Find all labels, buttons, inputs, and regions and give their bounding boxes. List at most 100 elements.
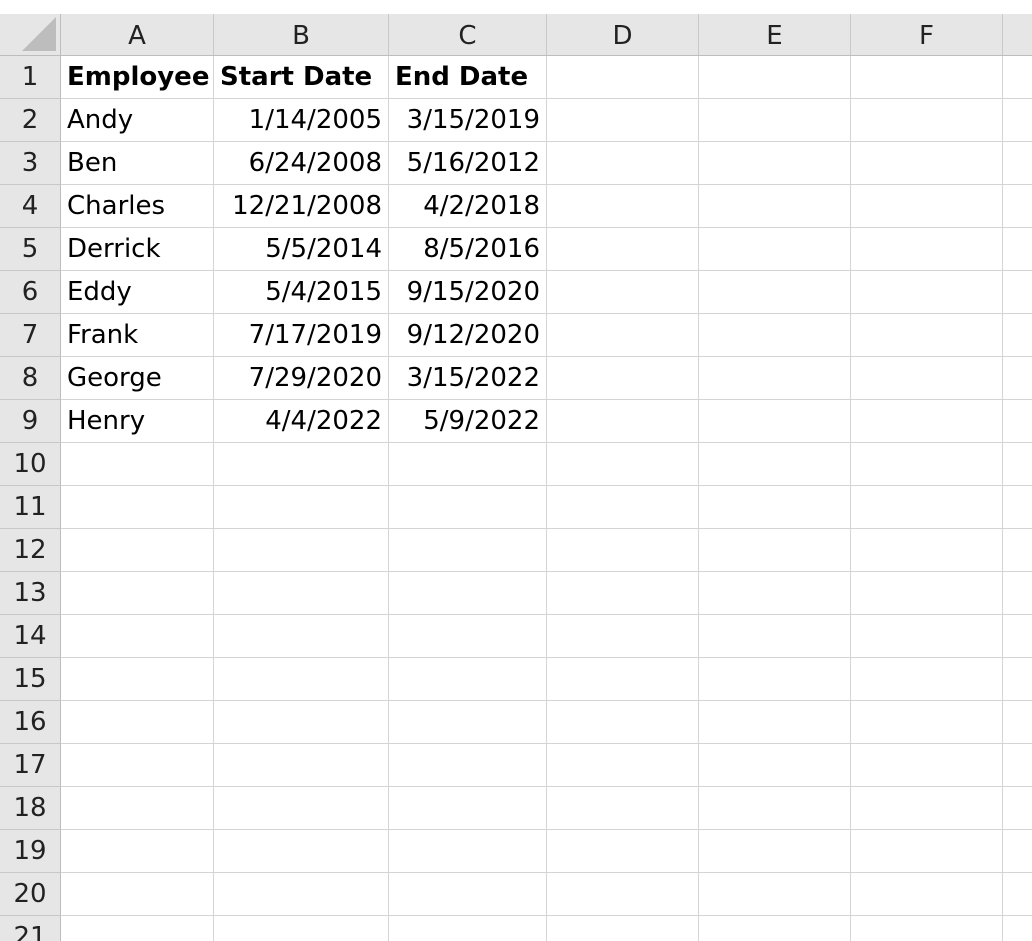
cell-b17[interactable] — [214, 744, 389, 787]
cell-c19[interactable] — [389, 830, 547, 873]
column-header-d[interactable]: D — [547, 14, 699, 56]
cell-a2[interactable]: Andy — [61, 99, 214, 142]
cell-g11-partial[interactable] — [1003, 486, 1032, 529]
row-header-6[interactable]: 6 — [0, 271, 61, 314]
cell-c14[interactable] — [389, 615, 547, 658]
cell-a19[interactable] — [61, 830, 214, 873]
cell-d18[interactable] — [547, 787, 699, 830]
cell-c17[interactable] — [389, 744, 547, 787]
cell-a1[interactable]: Employee — [61, 56, 214, 99]
cell-a13[interactable] — [61, 572, 214, 615]
cell-d10[interactable] — [547, 443, 699, 486]
cell-f5[interactable] — [851, 228, 1003, 271]
cell-a6[interactable]: Eddy — [61, 271, 214, 314]
cell-e12[interactable] — [699, 529, 851, 572]
cell-g19-partial[interactable] — [1003, 830, 1032, 873]
cell-a16[interactable] — [61, 701, 214, 744]
row-header-3[interactable]: 3 — [0, 142, 61, 185]
row-header-2[interactable]: 2 — [0, 99, 61, 142]
row-header-12[interactable]: 12 — [0, 529, 61, 572]
cell-d6[interactable] — [547, 271, 699, 314]
cell-e17[interactable] — [699, 744, 851, 787]
cell-c15[interactable] — [389, 658, 547, 701]
cell-d16[interactable] — [547, 701, 699, 744]
cell-g21-partial[interactable] — [1003, 916, 1032, 941]
cell-e8[interactable] — [699, 357, 851, 400]
cell-b18[interactable] — [214, 787, 389, 830]
row-header-17[interactable]: 17 — [0, 744, 61, 787]
column-header-b[interactable]: B — [214, 14, 389, 56]
cell-f4[interactable] — [851, 185, 1003, 228]
cell-d9[interactable] — [547, 400, 699, 443]
cell-f17[interactable] — [851, 744, 1003, 787]
cell-b15[interactable] — [214, 658, 389, 701]
cell-g20-partial[interactable] — [1003, 873, 1032, 916]
cell-d11[interactable] — [547, 486, 699, 529]
cell-b8[interactable]: 7/29/2020 — [214, 357, 389, 400]
cell-e16[interactable] — [699, 701, 851, 744]
cell-c10[interactable] — [389, 443, 547, 486]
cell-e7[interactable] — [699, 314, 851, 357]
cell-g5-partial[interactable] — [1003, 228, 1032, 271]
cell-c5[interactable]: 8/5/2016 — [389, 228, 547, 271]
cell-c11[interactable] — [389, 486, 547, 529]
cell-g12-partial[interactable] — [1003, 529, 1032, 572]
row-header-10[interactable]: 10 — [0, 443, 61, 486]
cell-d2[interactable] — [547, 99, 699, 142]
cell-f14[interactable] — [851, 615, 1003, 658]
cell-d12[interactable] — [547, 529, 699, 572]
cell-f3[interactable] — [851, 142, 1003, 185]
cell-d14[interactable] — [547, 615, 699, 658]
column-header-a[interactable]: A — [61, 14, 214, 56]
cell-c12[interactable] — [389, 529, 547, 572]
cell-f16[interactable] — [851, 701, 1003, 744]
cell-e21[interactable] — [699, 916, 851, 941]
cell-d8[interactable] — [547, 357, 699, 400]
cell-d19[interactable] — [547, 830, 699, 873]
cell-f13[interactable] — [851, 572, 1003, 615]
cell-e1[interactable] — [699, 56, 851, 99]
cell-b14[interactable] — [214, 615, 389, 658]
cell-g16-partial[interactable] — [1003, 701, 1032, 744]
row-header-9[interactable]: 9 — [0, 400, 61, 443]
cell-f1[interactable] — [851, 56, 1003, 99]
cell-c7[interactable]: 9/12/2020 — [389, 314, 547, 357]
cell-a4[interactable]: Charles — [61, 185, 214, 228]
cell-f9[interactable] — [851, 400, 1003, 443]
cell-e15[interactable] — [699, 658, 851, 701]
cell-d21[interactable] — [547, 916, 699, 941]
cell-e2[interactable] — [699, 99, 851, 142]
cell-a21[interactable] — [61, 916, 214, 941]
row-header-13[interactable]: 13 — [0, 572, 61, 615]
cell-b10[interactable] — [214, 443, 389, 486]
cell-b13[interactable] — [214, 572, 389, 615]
cell-f12[interactable] — [851, 529, 1003, 572]
cell-a20[interactable] — [61, 873, 214, 916]
cell-d5[interactable] — [547, 228, 699, 271]
cell-b7[interactable]: 7/17/2019 — [214, 314, 389, 357]
cell-e14[interactable] — [699, 615, 851, 658]
cell-b5[interactable]: 5/5/2014 — [214, 228, 389, 271]
cell-g18-partial[interactable] — [1003, 787, 1032, 830]
cell-b2[interactable]: 1/14/2005 — [214, 99, 389, 142]
cell-f10[interactable] — [851, 443, 1003, 486]
cell-a17[interactable] — [61, 744, 214, 787]
row-header-8[interactable]: 8 — [0, 357, 61, 400]
cell-d17[interactable] — [547, 744, 699, 787]
cell-g4-partial[interactable] — [1003, 185, 1032, 228]
cell-e10[interactable] — [699, 443, 851, 486]
cell-f21[interactable] — [851, 916, 1003, 941]
cell-a14[interactable] — [61, 615, 214, 658]
cell-f2[interactable] — [851, 99, 1003, 142]
row-header-21[interactable]: 21 — [0, 916, 61, 941]
cell-f6[interactable] — [851, 271, 1003, 314]
cell-c21[interactable] — [389, 916, 547, 941]
cell-f20[interactable] — [851, 873, 1003, 916]
cell-g3-partial[interactable] — [1003, 142, 1032, 185]
cell-a11[interactable] — [61, 486, 214, 529]
cell-f15[interactable] — [851, 658, 1003, 701]
cell-b21[interactable] — [214, 916, 389, 941]
cell-c6[interactable]: 9/15/2020 — [389, 271, 547, 314]
cell-a5[interactable]: Derrick — [61, 228, 214, 271]
row-header-4[interactable]: 4 — [0, 185, 61, 228]
